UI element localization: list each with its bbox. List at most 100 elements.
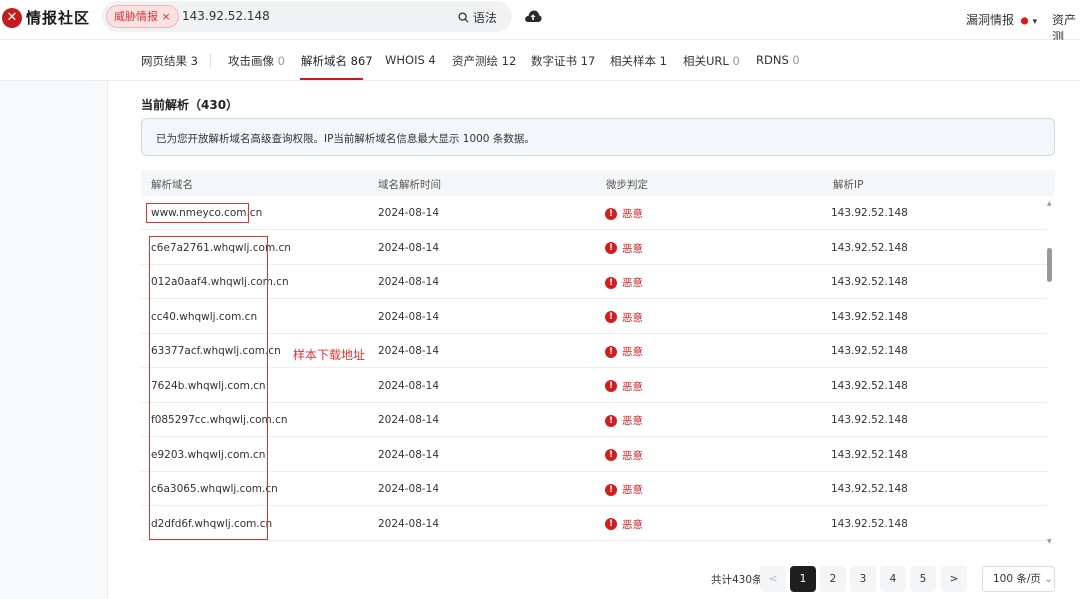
- resolve-date: 2024-08-14: [378, 241, 440, 254]
- page-button-3[interactable]: 3: [850, 566, 876, 592]
- resolve-date: 2024-08-14: [378, 414, 440, 426]
- verdict: ! 恶意: [605, 344, 643, 359]
- verdict: ! 恶意: [605, 379, 643, 394]
- alert-icon: !: [605, 380, 617, 392]
- table-row: 7624b.whqwlj.com.cn 2024-08-14 ! 恶意 143.9…: [141, 369, 1047, 403]
- tab-certificates[interactable]: 数字证书 17: [531, 53, 595, 69]
- notice-text: 已为您开放解析域名高级查询权限。IP当前解析域名信息最大显示 1000 条数据。: [156, 133, 535, 145]
- nav-vuln-intel[interactable]: 漏洞情报 ▾: [966, 11, 1037, 28]
- table-row: f085297cc.whqwlj.com.cn 2024-08-14 ! 恶意 1…: [141, 403, 1047, 437]
- highlight-box-sample-domains: [149, 236, 268, 540]
- syntax-label: 语法: [472, 11, 497, 25]
- verdict: ! 恶意: [605, 517, 643, 532]
- alert-icon: !: [605, 518, 617, 530]
- alert-icon: !: [605, 276, 617, 289]
- page-size-select[interactable]: 100 条/页 ⌄: [982, 566, 1055, 592]
- left-sidebar: [0, 81, 108, 599]
- resolved-ip[interactable]: 143.92.52.148: [831, 414, 908, 426]
- resolved-ip[interactable]: 143.92.52.148: [831, 242, 908, 254]
- alert-icon: !: [605, 414, 617, 427]
- search-box[interactable]: 威胁情报 × 143.92.52.148 语法: [102, 1, 512, 32]
- table-row: c6e7a2761.whqwlj.com.cn 2024-08-14 ! 恶意 1…: [141, 231, 1047, 265]
- table-row: d2dfd6f.whqwlj.com.cn 2024-08-14 ! 恶意 143…: [141, 507, 1047, 541]
- prev-page-button[interactable]: <: [760, 566, 786, 592]
- resolve-date: 2024-08-14: [378, 207, 440, 219]
- alert-icon: !: [605, 207, 617, 220]
- tab-divider: [210, 54, 211, 68]
- highlight-box-primary-domain: [146, 203, 249, 223]
- table-body[interactable]: www.nmeyco.com.cn 2024-08-14 ! 恶意 143.92.…: [141, 196, 1047, 541]
- table-row: e9203.whqwlj.com.cn 2024-08-14 ! 恶意 143.9…: [141, 438, 1047, 472]
- resolved-ip[interactable]: 143.92.52.148: [831, 276, 908, 288]
- alert-icon: !: [605, 345, 617, 358]
- verdict: ! 恶意: [605, 206, 643, 221]
- resolved-ip[interactable]: 143.92.52.148: [831, 449, 908, 461]
- alert-icon: !: [605, 449, 617, 461]
- permission-notice: 已为您开放解析域名高级查询权限。IP当前解析域名信息最大显示 1000 条数据。: [141, 118, 1055, 156]
- page-button-2[interactable]: 2: [820, 566, 846, 592]
- tab-whois[interactable]: WHOIS 4: [385, 53, 436, 67]
- tab-related-url[interactable]: 相关URL 0: [683, 53, 740, 69]
- chevron-down-icon: ⌄: [1044, 573, 1054, 585]
- column-header-resolve-time: 域名解析时间: [378, 179, 441, 191]
- page-button-1[interactable]: 1: [790, 566, 816, 592]
- result-tabs: 网页结果 3 攻击画像 0 解析域名 867 WHOIS 4 资产测绘 12 数…: [0, 40, 1080, 81]
- scroll-up-icon[interactable]: ▲: [1047, 200, 1052, 207]
- verdict: ! 恶意: [605, 275, 643, 290]
- page-size-value: 100 条/页: [993, 573, 1041, 585]
- column-header-verdict: 微步判定: [606, 179, 648, 191]
- table-row: c6a3065.whqwlj.com.cn 2024-08-14 ! 恶意 143…: [141, 472, 1047, 506]
- resolve-date: 2024-08-14: [378, 517, 440, 530]
- resolved-ip[interactable]: 143.92.52.148: [831, 483, 908, 495]
- resolved-ip[interactable]: 143.92.52.148: [831, 311, 908, 323]
- total-count: 共计430条: [711, 574, 763, 586]
- column-header-domain: 解析域名: [151, 179, 193, 191]
- tab-asset-mapping[interactable]: 资产测绘 12: [452, 53, 516, 69]
- active-tab-indicator: [300, 78, 363, 80]
- tab-rdns[interactable]: RDNS 0: [756, 53, 800, 67]
- verdict: ! 恶意: [605, 413, 643, 428]
- verdict: ! 恶意: [605, 448, 643, 463]
- search-tag-threat-intel[interactable]: 威胁情报 ×: [106, 5, 179, 28]
- cloud-upload-icon[interactable]: [524, 9, 542, 23]
- search-input[interactable]: 143.92.52.148: [182, 9, 270, 23]
- tab-resolved-domains[interactable]: 解析域名 867: [301, 53, 373, 69]
- resolved-ip[interactable]: 143.92.52.148: [831, 345, 908, 357]
- resolve-date: 2024-08-14: [378, 310, 440, 323]
- tab-web-results[interactable]: 网页结果 3: [141, 53, 198, 69]
- column-header-ip: 解析IP: [833, 179, 864, 191]
- tab-related-samples[interactable]: 相关样本 1: [610, 53, 667, 69]
- logo-icon: ✕: [2, 7, 22, 28]
- nav-vuln-intel-label: 漏洞情报: [966, 13, 1015, 27]
- alert-icon: !: [605, 242, 617, 254]
- page-button-4[interactable]: 4: [880, 566, 906, 592]
- resolve-date: 2024-08-14: [378, 483, 440, 495]
- resolve-date: 2024-08-14: [378, 276, 440, 288]
- alert-icon: !: [605, 483, 617, 496]
- resolve-date: 2024-08-14: [378, 379, 440, 392]
- verdict: ! 恶意: [605, 482, 643, 497]
- table-scrollbar[interactable]: ▲ ▼: [1047, 196, 1055, 546]
- resolved-ip[interactable]: 143.92.52.148: [831, 518, 908, 530]
- logo-text: 情报社区: [26, 9, 91, 27]
- next-page-button[interactable]: >: [941, 566, 967, 592]
- table-header: 解析域名 域名解析时间 微步判定 解析IP: [141, 170, 1055, 196]
- table-row: cc40.whqwlj.com.cn 2024-08-14 ! 恶意 143.92…: [141, 300, 1047, 334]
- table-row: 012a0aaf4.whqwlj.com.cn 2024-08-14 ! 恶意 1…: [141, 265, 1047, 299]
- syntax-button[interactable]: 语法: [458, 9, 497, 26]
- top-bar: ✕ 情报社区 威胁情报 × 143.92.52.148 语法 漏洞情报 ▾ 资产…: [0, 0, 1080, 44]
- scroll-thumb[interactable]: [1047, 248, 1052, 282]
- table-row: 63377acf.whqwlj.com.cn 2024-08-14 ! 恶意 14…: [141, 334, 1047, 368]
- verdict: ! 恶意: [605, 310, 643, 325]
- alert-icon: !: [605, 311, 617, 323]
- resolved-ip[interactable]: 143.92.52.148: [831, 380, 908, 392]
- verdict: ! 恶意: [605, 241, 643, 256]
- scroll-down-icon[interactable]: ▼: [1047, 538, 1052, 545]
- table-row: www.nmeyco.com.cn 2024-08-14 ! 恶意 143.92.…: [141, 196, 1047, 230]
- resolved-ip[interactable]: 143.92.52.148: [831, 207, 908, 219]
- tab-attack-profile[interactable]: 攻击画像 0: [228, 53, 285, 69]
- chevron-down-icon: ▾: [1032, 17, 1038, 27]
- section-title: 当前解析（430）: [141, 98, 239, 112]
- page-button-5[interactable]: 5: [910, 566, 936, 592]
- logo[interactable]: ✕ 情报社区: [2, 7, 90, 28]
